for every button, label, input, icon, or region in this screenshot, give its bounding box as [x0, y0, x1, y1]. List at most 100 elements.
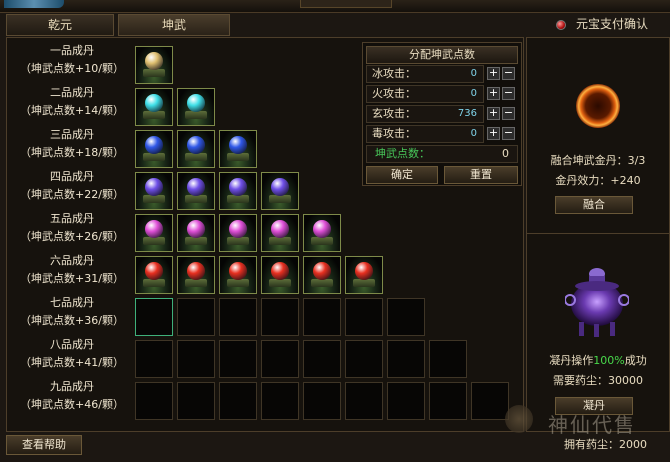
- pill-points-text: （坤武点数+31/颗）: [20, 272, 124, 285]
- pill-slot[interactable]: [345, 382, 383, 420]
- plus-button[interactable]: +: [487, 87, 500, 100]
- allocate-points-panel: 分配坤武点数 冰攻击： 0 + − 火攻击： 0 + − 玄攻击： 736 + − 毒攻击： 0 + − 坤武…: [362, 42, 522, 186]
- pill-stand-icon: [185, 279, 207, 287]
- pill-grade-name: 三品成丹: [50, 128, 94, 141]
- pill-slot[interactable]: [261, 340, 299, 378]
- confirm-button[interactable]: 确定: [366, 166, 438, 184]
- plus-button[interactable]: +: [487, 127, 500, 140]
- pill-slot[interactable]: [219, 382, 257, 420]
- pill-slot[interactable]: [177, 298, 215, 336]
- pill-slot[interactable]: [261, 382, 299, 420]
- pill-slot[interactable]: [471, 382, 509, 420]
- pill-slot[interactable]: [177, 130, 215, 168]
- pill-slot[interactable]: [303, 214, 341, 252]
- pill-stand-icon: [143, 279, 165, 287]
- pay-confirm-toggle[interactable]: 元宝支付确认: [556, 14, 648, 34]
- pill-points-text: （坤武点数+26/颗）: [20, 230, 124, 243]
- pill-icon: [145, 178, 163, 196]
- tab-kunwu[interactable]: 坤武: [118, 14, 230, 36]
- pill-icon: [229, 220, 247, 238]
- pill-slot[interactable]: [345, 298, 383, 336]
- pill-slot[interactable]: [219, 340, 257, 378]
- pill-icon: [229, 136, 247, 154]
- pill-grade-name: 七品成丹: [50, 296, 94, 309]
- pill-slot[interactable]: [177, 256, 215, 294]
- attack-attr-label: 玄攻击：: [372, 107, 416, 120]
- pill-slot[interactable]: [261, 256, 299, 294]
- pill-slot[interactable]: [429, 340, 467, 378]
- pill-icon: [229, 262, 247, 280]
- radio-icon[interactable]: [556, 19, 566, 30]
- pill-icon: [187, 262, 205, 280]
- pill-points-text: （坤武点数+41/颗）: [20, 356, 124, 369]
- minus-button[interactable]: −: [502, 127, 515, 140]
- pill-slot[interactable]: [135, 382, 173, 420]
- pill-slot[interactable]: [135, 256, 173, 294]
- pill-slot[interactable]: [219, 214, 257, 252]
- tab-qianyuan[interactable]: 乾元: [6, 14, 114, 36]
- pill-slot[interactable]: [219, 172, 257, 210]
- kunwu-points-row: 坤武点数： 0: [366, 145, 518, 163]
- pill-slot[interactable]: [303, 256, 341, 294]
- pill-grade-name: 六品成丹: [50, 254, 94, 267]
- fuse-count: 融合坤武金丹：3/3: [550, 154, 646, 167]
- game-logo: [4, 0, 64, 8]
- attack-attr-value: 0: [470, 88, 477, 99]
- pill-stand-icon: [185, 111, 207, 119]
- pill-slot[interactable]: [135, 46, 173, 84]
- pill-stand-icon: [311, 237, 333, 245]
- pill-slot[interactable]: [177, 172, 215, 210]
- pill-slot[interactable]: [387, 298, 425, 336]
- pill-slot[interactable]: [177, 214, 215, 252]
- pill-slot[interactable]: [303, 340, 341, 378]
- pill-stand-icon: [227, 153, 249, 161]
- pill-slot[interactable]: [219, 256, 257, 294]
- pill-slot[interactable]: [345, 256, 383, 294]
- fuse-button[interactable]: 融合: [555, 196, 633, 214]
- pill-stand-icon: [269, 195, 291, 203]
- minus-button[interactable]: −: [502, 67, 515, 80]
- pill-slot[interactable]: [219, 130, 257, 168]
- owned-dust: 拥有药尘：2000: [564, 438, 647, 451]
- attack-attr-row: 火攻击： 0: [366, 85, 484, 103]
- pill-slot[interactable]: [261, 298, 299, 336]
- reset-button[interactable]: 重置: [444, 166, 518, 184]
- pill-slot[interactable]: [261, 214, 299, 252]
- pill-grade-name: 二品成丹: [50, 86, 94, 99]
- pill-stand-icon: [143, 111, 165, 119]
- plus-button[interactable]: +: [487, 67, 500, 80]
- golden-pill-orb-icon: [576, 84, 620, 128]
- pill-icon: [145, 94, 163, 112]
- pill-stand-icon: [227, 279, 249, 287]
- attack-attr-value: 0: [470, 68, 477, 79]
- pill-slot[interactable]: [219, 298, 257, 336]
- pill-slot[interactable]: [177, 340, 215, 378]
- pill-slot[interactable]: [303, 382, 341, 420]
- pill-slot[interactable]: [135, 214, 173, 252]
- pill-slot[interactable]: [135, 340, 173, 378]
- pill-slot[interactable]: [135, 298, 173, 336]
- pill-slot[interactable]: [135, 130, 173, 168]
- pill-slot[interactable]: [387, 340, 425, 378]
- pill-stand-icon: [185, 153, 207, 161]
- pill-stand-icon: [185, 195, 207, 203]
- pill-slot[interactable]: [177, 88, 215, 126]
- pill-slot[interactable]: [261, 172, 299, 210]
- pill-slot[interactable]: [345, 340, 383, 378]
- pill-slot[interactable]: [177, 382, 215, 420]
- pill-slot[interactable]: [429, 382, 467, 420]
- pill-stand-icon: [311, 279, 333, 287]
- pill-slot[interactable]: [387, 382, 425, 420]
- pill-icon: [145, 52, 163, 70]
- pill-slot[interactable]: [303, 298, 341, 336]
- pill-stand-icon: [143, 195, 165, 203]
- pill-icon: [313, 262, 331, 280]
- help-button[interactable]: 查看帮助: [6, 435, 82, 455]
- pill-slot[interactable]: [135, 88, 173, 126]
- pill-grade-name: 四品成丹: [50, 170, 94, 183]
- pill-slot[interactable]: [135, 172, 173, 210]
- pill-points-text: （坤武点数+36/颗）: [20, 314, 124, 327]
- minus-button[interactable]: −: [502, 107, 515, 120]
- plus-button[interactable]: +: [487, 107, 500, 120]
- minus-button[interactable]: −: [502, 87, 515, 100]
